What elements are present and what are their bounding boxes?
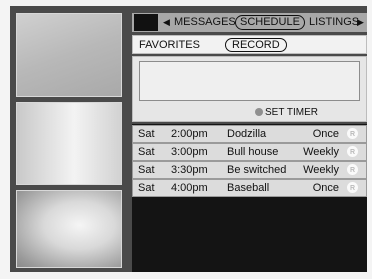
preview-thumbnail-2 bbox=[16, 102, 122, 185]
record-weekly-badge-icon: R bbox=[347, 146, 358, 157]
row-frequency: Weekly bbox=[303, 164, 339, 176]
channel-indicator bbox=[134, 14, 158, 31]
row-title: Dodzilla bbox=[227, 128, 267, 140]
row-time: 3:00pm bbox=[171, 146, 208, 158]
preview-thumbnail-1 bbox=[16, 13, 122, 97]
record-button[interactable]: RECORD bbox=[225, 38, 287, 52]
row-frequency: Weekly bbox=[303, 146, 339, 158]
row-title: Bull house bbox=[227, 146, 279, 158]
row-day: Sat bbox=[138, 128, 155, 140]
timer-info-box bbox=[139, 61, 360, 101]
row-day: Sat bbox=[138, 164, 155, 176]
schedule-list: Sat 2:00pm Dodzilla Once R Sat 3:00pm Bu… bbox=[132, 124, 367, 272]
tab-schedule[interactable]: SCHEDULE bbox=[235, 15, 305, 30]
record-weekly-badge-icon: R bbox=[347, 164, 358, 175]
row-frequency: Once bbox=[312, 128, 339, 140]
circle-button-icon bbox=[255, 108, 263, 116]
schedule-row[interactable]: Sat 3:30pm Be switched Weekly R bbox=[132, 161, 367, 179]
record-badge-icon: R bbox=[347, 182, 358, 193]
row-time: 2:00pm bbox=[171, 128, 208, 140]
tab-bar: ◀ MESSAGES SCHEDULE LISTINGS ▶ bbox=[132, 13, 367, 32]
schedule-row[interactable]: Sat 3:00pm Bull house Weekly R bbox=[132, 143, 367, 161]
tab-listings[interactable]: LISTINGS bbox=[309, 16, 359, 29]
record-badge-icon: R bbox=[347, 128, 358, 139]
tab-messages[interactable]: MESSAGES bbox=[174, 16, 236, 29]
prev-tab-arrow-icon[interactable]: ◀ bbox=[163, 17, 170, 27]
favorites-button[interactable]: FAVORITES bbox=[139, 39, 200, 51]
timer-panel: SET TIMER bbox=[132, 56, 367, 122]
row-time: 3:30pm bbox=[171, 164, 208, 176]
row-day: Sat bbox=[138, 182, 155, 194]
next-tab-arrow-icon[interactable]: ▶ bbox=[357, 17, 364, 27]
row-time: 4:00pm bbox=[171, 182, 208, 194]
row-title: Be switched bbox=[227, 164, 287, 176]
preview-thumbnail-3 bbox=[16, 190, 122, 268]
row-title: Baseball bbox=[227, 182, 270, 194]
schedule-row[interactable]: Sat 4:00pm Baseball Once R bbox=[132, 179, 367, 197]
row-day: Sat bbox=[138, 146, 155, 158]
set-timer-button[interactable]: SET TIMER bbox=[255, 107, 318, 118]
set-timer-label: SET TIMER bbox=[265, 107, 318, 118]
row-frequency: Once bbox=[312, 182, 339, 194]
sub-menu-bar: FAVORITES RECORD bbox=[132, 35, 367, 54]
schedule-row[interactable]: Sat 2:00pm Dodzilla Once R bbox=[132, 125, 367, 143]
